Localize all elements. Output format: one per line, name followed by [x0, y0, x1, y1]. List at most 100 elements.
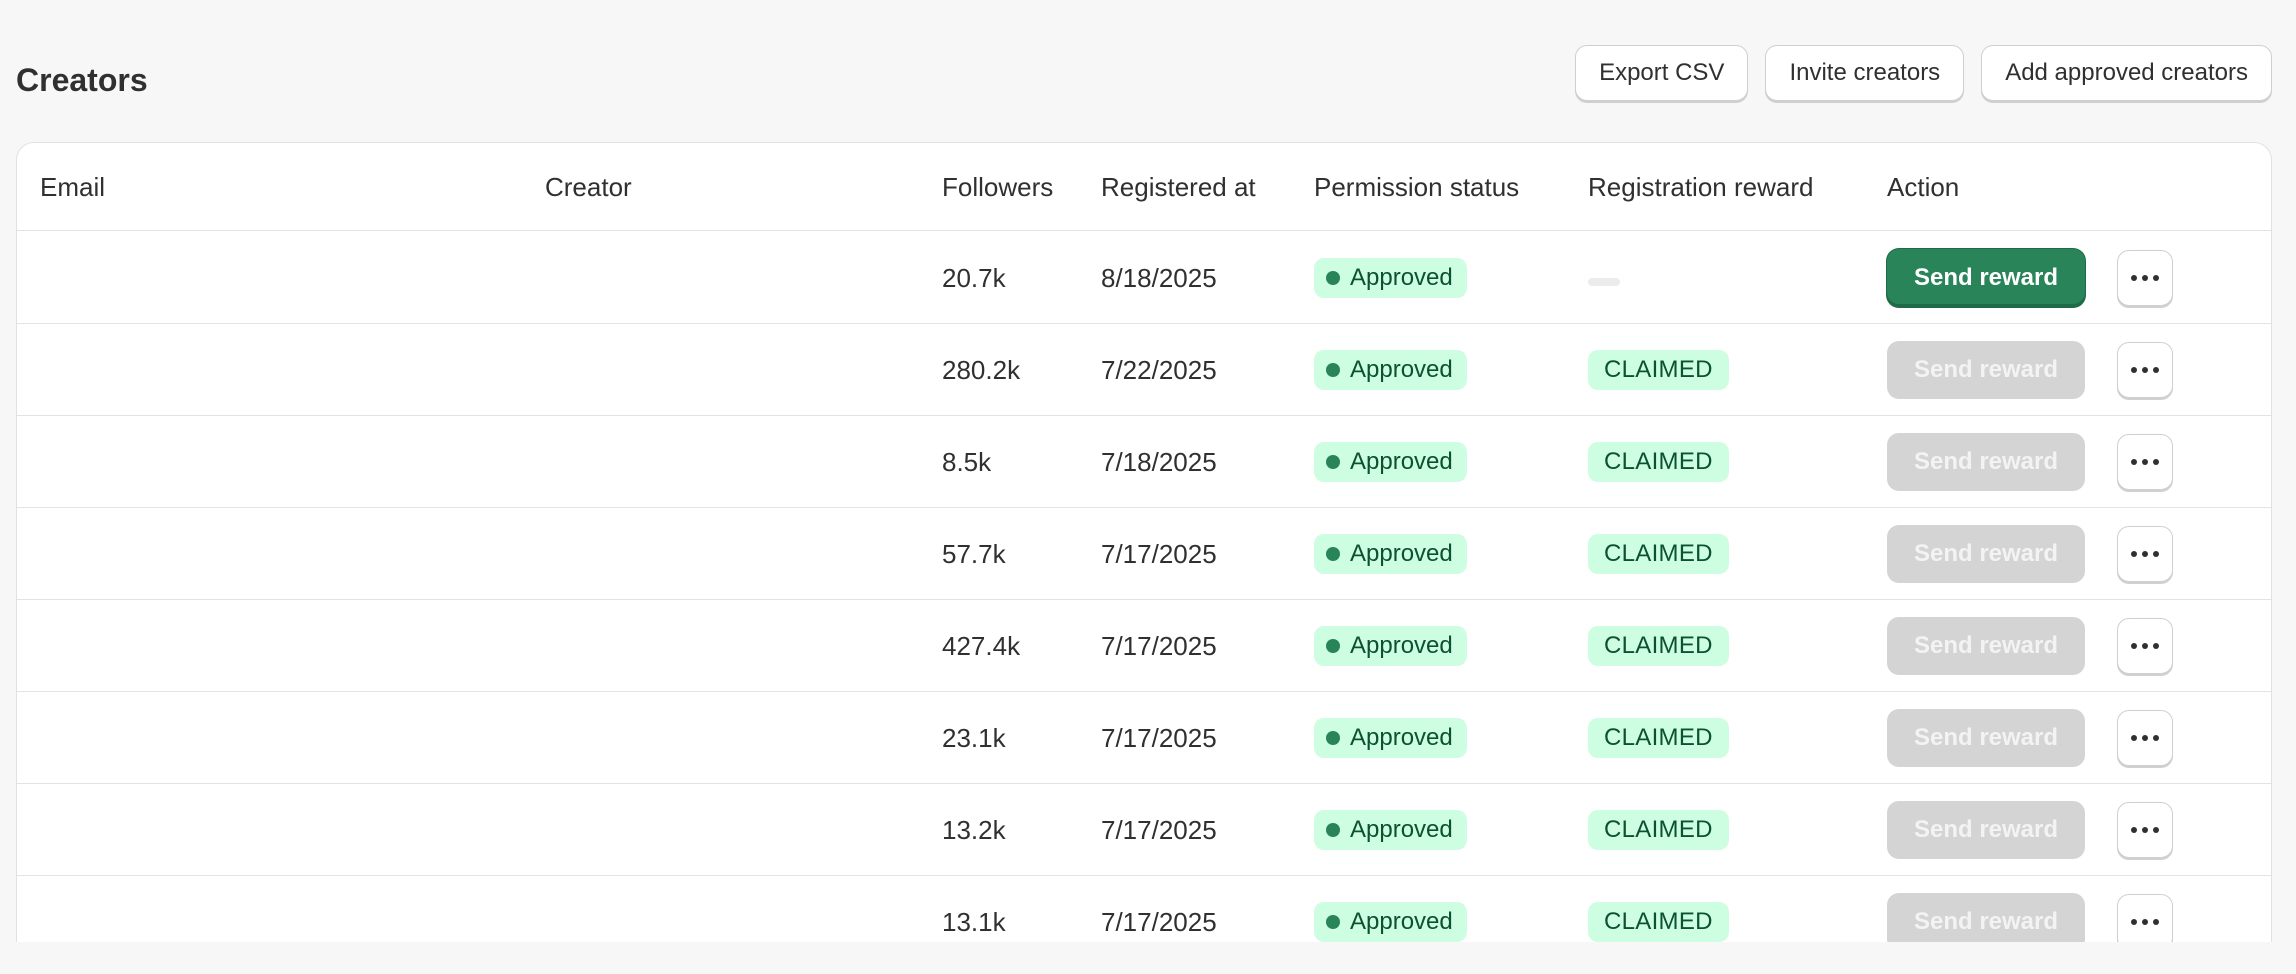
- invite-creators-button[interactable]: Invite creators: [1765, 45, 1965, 101]
- status-dot-icon: [1326, 731, 1340, 745]
- more-actions-cell: [2117, 416, 2173, 508]
- status-badge: Approved: [1314, 534, 1467, 574]
- status-dot-icon: [1326, 363, 1340, 377]
- more-actions-button[interactable]: [2117, 434, 2173, 490]
- action-cell: Send reward: [1887, 784, 2085, 876]
- more-actions-button[interactable]: [2117, 802, 2173, 858]
- more-horizontal-icon: [2131, 367, 2159, 373]
- status-badge-label: Approved: [1350, 632, 1453, 659]
- table-row[interactable]: 20.7k 8/18/2025 Approved Send reward: [17, 232, 2271, 324]
- reward-claimed-badge: CLAIMED: [1588, 442, 1729, 482]
- send-reward-button[interactable]: Send reward: [1887, 249, 2085, 307]
- action-cell: Send reward: [1887, 600, 2085, 692]
- send-reward-button[interactable]: Send reward: [1887, 801, 2085, 859]
- more-actions-cell: [2117, 232, 2173, 324]
- status-badge: Approved: [1314, 442, 1467, 482]
- table-row[interactable]: 23.1k 7/17/2025 Approved CLAIMED Send re…: [17, 692, 2271, 784]
- more-actions-button[interactable]: [2117, 250, 2173, 306]
- followers-cell: 280.2k: [942, 354, 1021, 385]
- more-horizontal-icon: [2131, 459, 2159, 465]
- registration-reward-cell: CLAIMED: [1588, 784, 1729, 876]
- action-cell: Send reward: [1887, 508, 2085, 600]
- registration-reward-cell: CLAIMED: [1588, 416, 1729, 508]
- table-row[interactable]: 13.2k 7/17/2025 Approved CLAIMED Send re…: [17, 784, 2271, 876]
- column-header-followers[interactable]: Followers: [942, 143, 1053, 231]
- more-actions-button[interactable]: [2117, 342, 2173, 398]
- send-reward-button[interactable]: Send reward: [1887, 433, 2085, 491]
- column-header-registered-at[interactable]: Registered at: [1101, 143, 1256, 231]
- permission-status-cell: Approved: [1314, 416, 1467, 508]
- registration-reward-cell: [1588, 232, 1620, 324]
- more-horizontal-icon: [2131, 827, 2159, 833]
- registered-at-cell: 7/17/2025: [1101, 538, 1217, 569]
- status-badge: Approved: [1314, 350, 1467, 390]
- followers-cell: 20.7k: [942, 262, 1006, 293]
- permission-status-cell: Approved: [1314, 232, 1467, 324]
- table-row[interactable]: 8.5k 7/18/2025 Approved CLAIMED Send rew…: [17, 416, 2271, 508]
- column-header-permission-status[interactable]: Permission status: [1314, 143, 1519, 231]
- status-badge: Approved: [1314, 902, 1467, 942]
- more-horizontal-icon: [2131, 643, 2159, 649]
- more-actions-cell: [2117, 692, 2173, 784]
- column-header-registration-reward[interactable]: Registration reward: [1588, 143, 1813, 231]
- followers-cell: 57.7k: [942, 538, 1006, 569]
- registered-at-cell: 7/22/2025: [1101, 354, 1217, 385]
- permission-status-cell: Approved: [1314, 784, 1467, 876]
- more-actions-button[interactable]: [2117, 710, 2173, 766]
- status-badge-label: Approved: [1350, 816, 1453, 843]
- permission-status-cell: Approved: [1314, 692, 1467, 784]
- action-cell: Send reward: [1887, 232, 2085, 324]
- column-header-email[interactable]: Email: [40, 143, 105, 231]
- send-reward-button[interactable]: Send reward: [1887, 709, 2085, 767]
- registered-at-cell: 7/18/2025: [1101, 446, 1217, 477]
- registration-reward-cell: CLAIMED: [1588, 692, 1729, 784]
- permission-status-cell: Approved: [1314, 324, 1467, 416]
- table-row[interactable]: 427.4k 7/17/2025 Approved CLAIMED Send r…: [17, 600, 2271, 692]
- table-header: Email Creator Followers Registered at Pe…: [17, 143, 2271, 231]
- followers-cell: 23.1k: [942, 722, 1006, 753]
- status-badge-label: Approved: [1350, 540, 1453, 567]
- reward-claimed-badge: CLAIMED: [1588, 902, 1729, 942]
- reward-empty-placeholder: [1588, 278, 1620, 286]
- registered-at-cell: 7/17/2025: [1101, 630, 1217, 661]
- table-row[interactable]: 57.7k 7/17/2025 Approved CLAIMED Send re…: [17, 508, 2271, 600]
- registration-reward-cell: CLAIMED: [1588, 508, 1729, 600]
- status-badge: Approved: [1314, 626, 1467, 666]
- action-cell: Send reward: [1887, 324, 2085, 416]
- registered-at-cell: 7/17/2025: [1101, 814, 1217, 845]
- action-cell: Send reward: [1887, 416, 2085, 508]
- status-badge-label: Approved: [1350, 908, 1453, 935]
- more-horizontal-icon: [2131, 275, 2159, 281]
- send-reward-button[interactable]: Send reward: [1887, 525, 2085, 583]
- more-actions-button[interactable]: [2117, 526, 2173, 582]
- status-badge: Approved: [1314, 810, 1467, 850]
- reward-claimed-badge: CLAIMED: [1588, 350, 1729, 390]
- page-title: Creators: [16, 62, 148, 98]
- reward-claimed-badge: CLAIMED: [1588, 626, 1729, 666]
- send-reward-button[interactable]: Send reward: [1887, 617, 2085, 675]
- header-actions: Export CSV Invite creators Add approved …: [1575, 45, 2272, 101]
- followers-cell: 427.4k: [942, 630, 1021, 661]
- add-approved-creators-button[interactable]: Add approved creators: [1981, 45, 2272, 101]
- more-horizontal-icon: [2131, 551, 2159, 557]
- status-dot-icon: [1326, 455, 1340, 469]
- status-badge-label: Approved: [1350, 724, 1453, 751]
- registered-at-cell: 8/18/2025: [1101, 262, 1217, 293]
- more-horizontal-icon: [2131, 735, 2159, 741]
- more-actions-cell: [2117, 324, 2173, 416]
- send-reward-button[interactable]: Send reward: [1887, 341, 2085, 399]
- status-badge: Approved: [1314, 258, 1467, 298]
- export-csv-button[interactable]: Export CSV: [1575, 45, 1749, 101]
- column-header-creator[interactable]: Creator: [545, 143, 632, 231]
- permission-status-cell: Approved: [1314, 508, 1467, 600]
- status-dot-icon: [1326, 639, 1340, 653]
- table-row[interactable]: 280.2k 7/22/2025 Approved CLAIMED Send r…: [17, 324, 2271, 416]
- registration-reward-cell: CLAIMED: [1588, 600, 1729, 692]
- more-actions-cell: [2117, 508, 2173, 600]
- more-actions-button[interactable]: [2117, 618, 2173, 674]
- reward-claimed-badge: CLAIMED: [1588, 534, 1729, 574]
- status-badge: Approved: [1314, 718, 1467, 758]
- creators-page: Creators Export CSV Invite creators Add …: [0, 0, 2296, 974]
- more-actions-cell: [2117, 784, 2173, 876]
- more-horizontal-icon: [2131, 919, 2159, 925]
